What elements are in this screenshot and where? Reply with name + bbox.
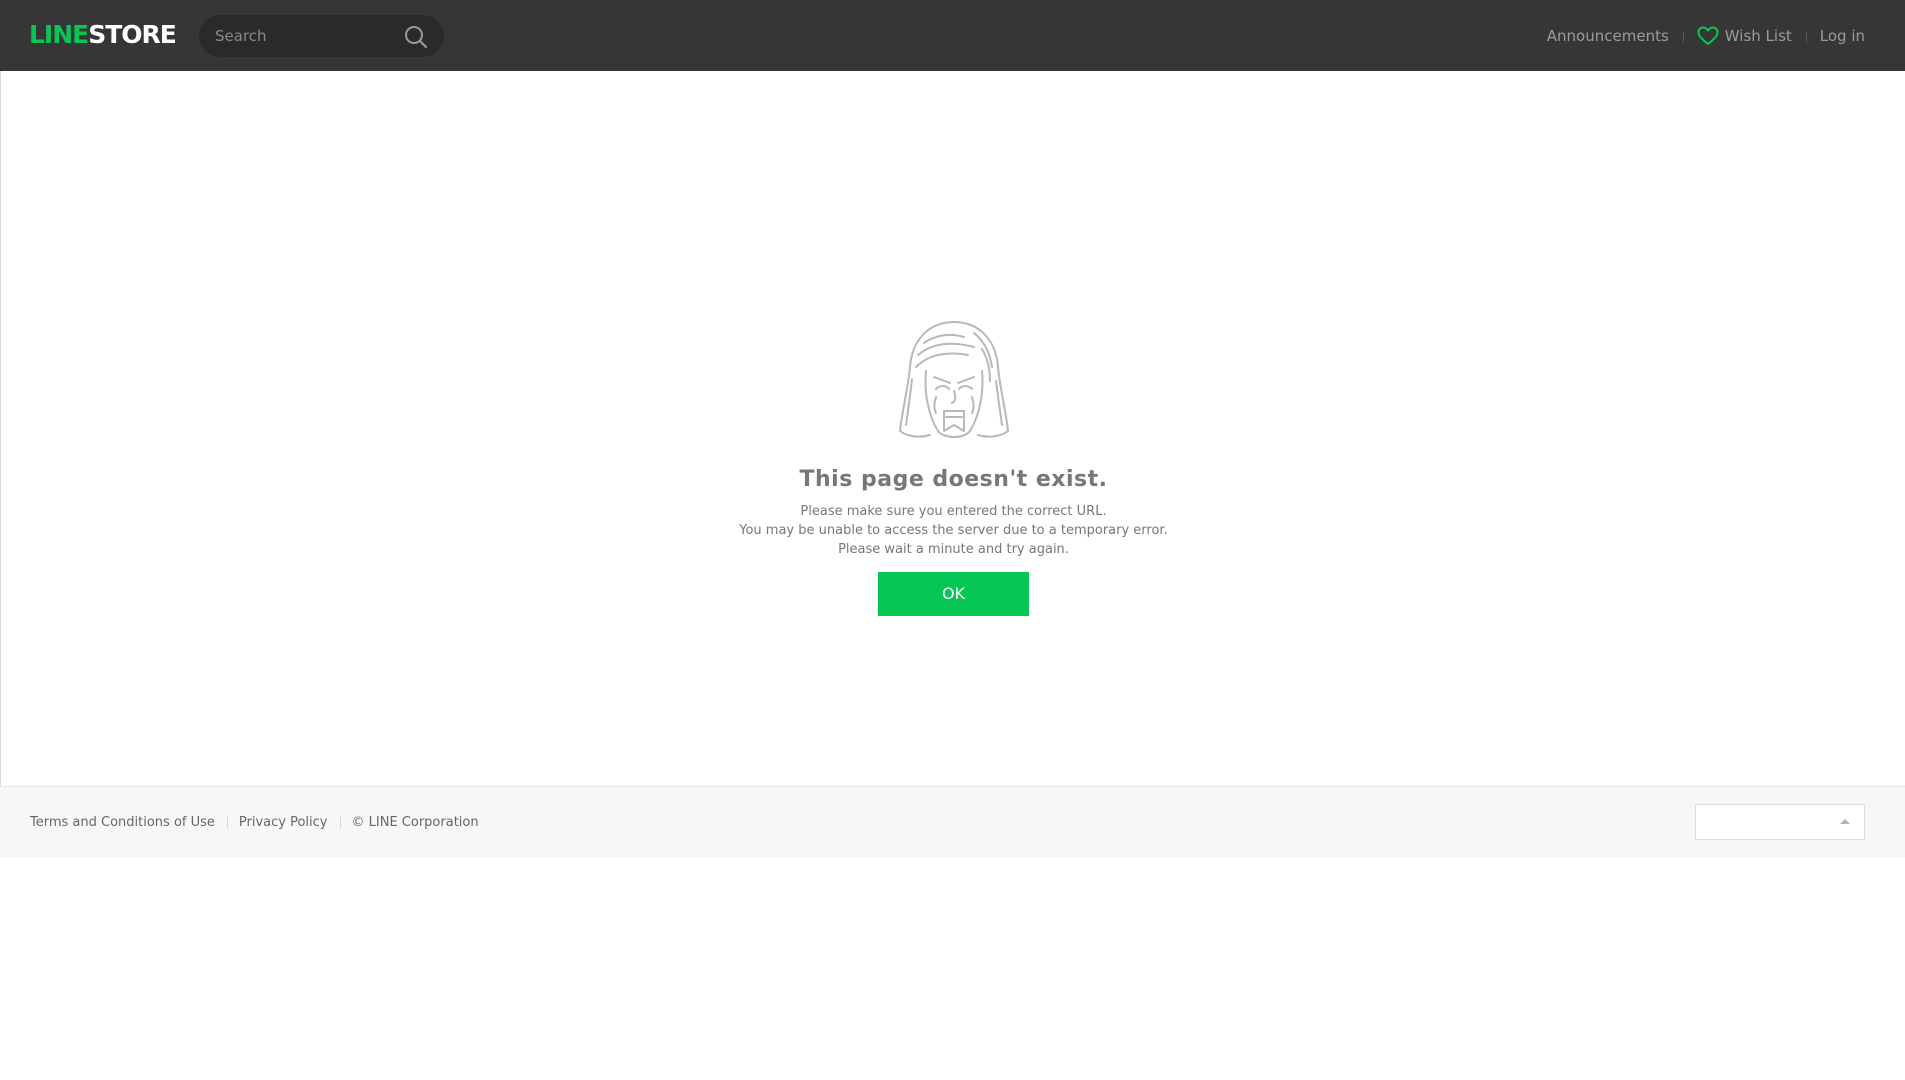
announcements-link[interactable]: Announcements	[1547, 27, 1669, 45]
heart-icon	[1697, 26, 1719, 46]
error-message: Please make sure you entered the correct…	[1, 502, 1905, 559]
main-content: This page doesn't exist. Please make sur…	[0, 71, 1905, 787]
wishlist-label: Wish List	[1724, 26, 1792, 45]
error-message-line: You may be unable to access the server d…	[739, 523, 1168, 538]
logo-store-text: STORE	[88, 20, 177, 49]
search-icon[interactable]	[403, 24, 429, 50]
error-message-line: Please make sure you entered the correct…	[800, 504, 1107, 519]
privacy-policy-link[interactable]: Privacy Policy	[239, 815, 328, 830]
crying-character-icon	[1, 319, 1905, 445]
copyright-text: © LINE Corporation	[351, 814, 479, 830]
caret-up-icon	[1840, 819, 1850, 824]
search-box	[199, 15, 444, 57]
line-store-logo[interactable]: LINESTORE	[29, 20, 177, 50]
footer-divider	[226, 816, 228, 828]
logo-line-text: LINE	[29, 20, 89, 49]
footer-links: Terms and Conditions of Use Privacy Poli…	[30, 787, 479, 857]
terms-link[interactable]: Terms and Conditions of Use	[30, 815, 215, 830]
error-message-line: Please wait a minute and try again.	[838, 542, 1069, 557]
ok-button[interactable]: OK	[878, 572, 1029, 616]
top-header: LINESTORE Announcements Wish List Log in	[0, 0, 1905, 71]
search-input[interactable]	[215, 15, 405, 57]
nav-divider	[1805, 30, 1807, 43]
error-panel: This page doesn't exist. Please make sur…	[1, 319, 1905, 616]
footer-divider	[339, 816, 341, 828]
error-title: This page doesn't exist.	[799, 467, 1108, 492]
login-link[interactable]: Log in	[1820, 27, 1865, 45]
nav-divider	[1682, 30, 1684, 43]
language-select[interactable]	[1695, 804, 1865, 840]
wishlist-link[interactable]: Wish List	[1697, 26, 1792, 46]
header-nav: Announcements Wish List Log in	[1547, 0, 1865, 71]
page-footer: Terms and Conditions of Use Privacy Poli…	[0, 787, 1905, 857]
